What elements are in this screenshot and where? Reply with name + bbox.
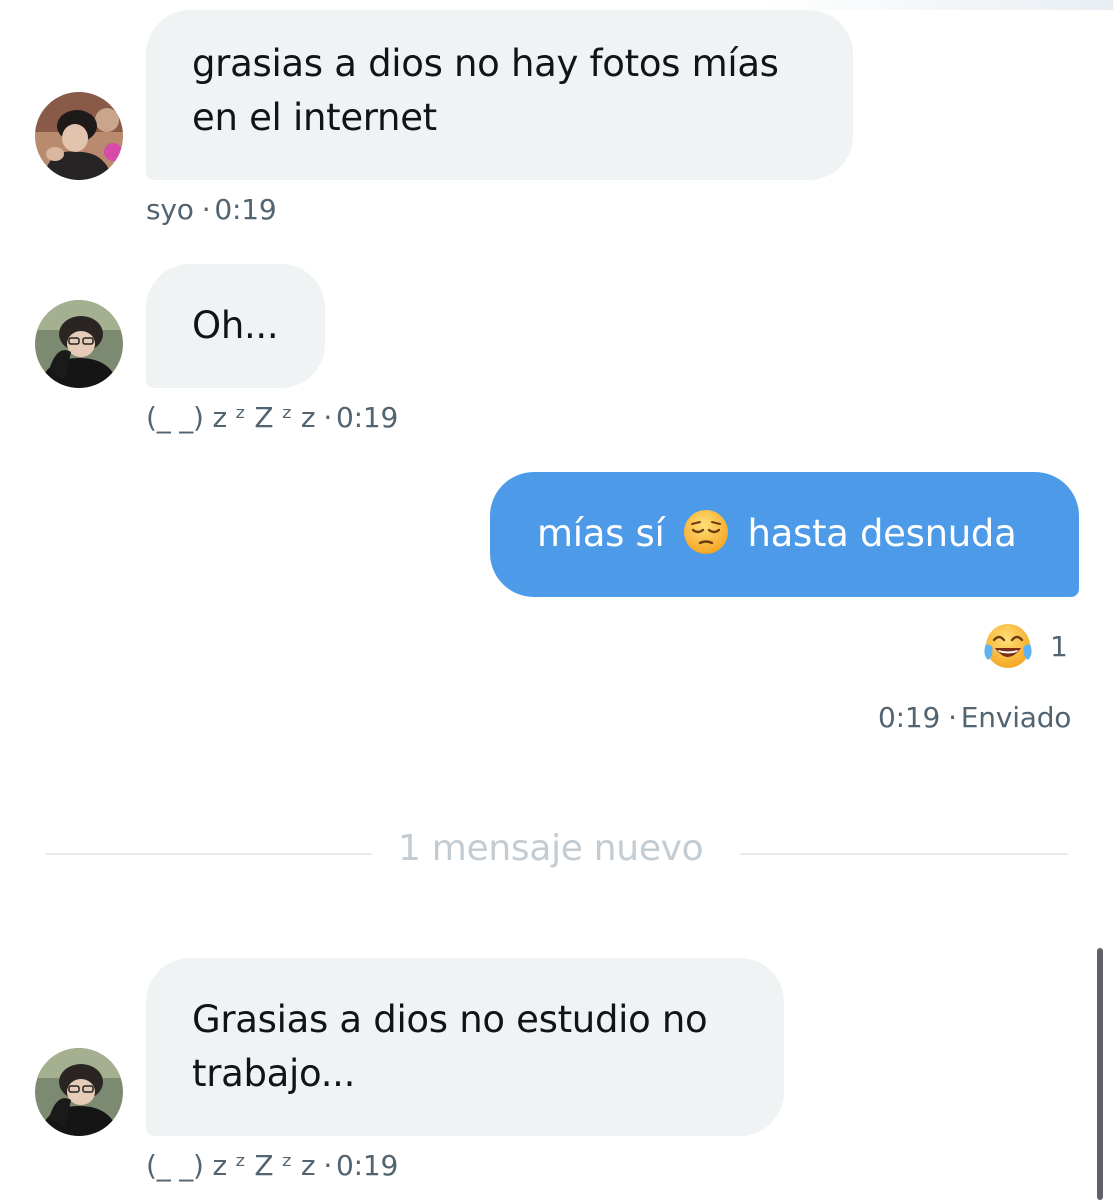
avatar-syo[interactable] [35,92,123,180]
sender-name[interactable]: syo [146,193,194,226]
avatar-photo-sleepy [35,300,123,388]
message-text-line: Grasias a dios no estudio no [192,998,708,1041]
message-time: 0:19 [336,401,399,434]
scrollbar-thumb[interactable] [1097,948,1103,1200]
message-bubble[interactable]: Oh... [146,264,325,388]
message-bubble[interactable]: Grasias a dios no estudio no trabajo... [146,958,784,1136]
divider-line-right [740,853,1068,855]
meta-separator: · [201,193,211,226]
message-meta: syo · 0:19 [146,193,277,226]
avatar-sleepy[interactable] [35,300,123,388]
meta-separator: · [323,401,333,434]
message-text: Oh... [192,304,279,347]
message-meta: (_ _) z ᶻ Z ᶻ z · 0:19 [146,401,398,434]
reaction-badge[interactable]: 1 [982,620,1068,672]
message-status: Enviado [960,701,1072,734]
message-meta: (_ _) z ᶻ Z ᶻ z · 0:19 [146,1149,398,1182]
avatar-photo-syo [35,92,123,180]
message-time: 0:19 [336,1149,399,1182]
sender-name[interactable]: (_ _) z ᶻ Z ᶻ z [146,1149,316,1182]
divider-label: 1 mensaje nuevo [398,828,704,869]
message-text-line: grasias a dios no hay fotos mías [192,42,779,85]
message-bubble[interactable]: grasias a dios no hay fotos mías en el i… [146,10,853,180]
message-time: 0:19 [878,701,941,734]
meta-separator: · [323,1149,333,1182]
reaction-count: 1 [1050,629,1068,663]
message-text: mías sí [537,512,665,555]
message-bubble[interactable]: mías sí hasta desnuda [490,472,1079,597]
sender-name[interactable]: (_ _) z ᶻ Z ᶻ z [146,401,316,434]
avatar-sleepy[interactable] [35,1048,123,1136]
pensive-face-emoji-icon [682,508,730,556]
message-text-line: en el internet [192,96,437,139]
message-text: hasta desnuda [747,512,1017,555]
avatar-photo-sleepy [35,1048,123,1136]
face-with-tears-of-joy-icon [982,620,1034,672]
divider-line-left [45,853,372,855]
top-edge-shadow [760,0,1113,10]
message-meta: 0:19 · Enviado [878,701,1071,734]
message-text-line: trabajo... [192,1052,356,1095]
meta-separator: · [948,701,957,734]
message-time: 0:19 [214,193,277,226]
